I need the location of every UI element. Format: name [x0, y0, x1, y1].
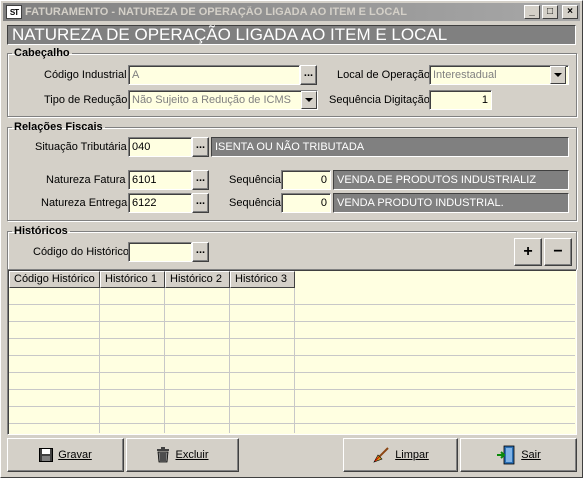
- natureza-fatura-lookup-button[interactable]: ...: [192, 170, 209, 190]
- floppy-disk-icon: [39, 448, 54, 462]
- natureza-entrega-lookup-button[interactable]: ...: [192, 193, 209, 213]
- grid-header: Código Histórico Histórico 1 Histórico 2…: [9, 271, 295, 288]
- limpar-button[interactable]: Limpar: [343, 438, 458, 472]
- cabecalho-legend: Cabeçalho: [14, 47, 70, 59]
- column-header-historico-2[interactable]: Histórico 2: [165, 271, 230, 288]
- codigo-historico-input[interactable]: [128, 242, 192, 262]
- column-header-codigo-historico[interactable]: Código Histórico: [9, 271, 100, 288]
- main-window: ST FATURAMENTO - NATUREZA DE OPERAÇÃO LI…: [0, 0, 583, 478]
- gravar-button[interactable]: Gravar: [7, 438, 124, 472]
- historicos-legend: Históricos: [14, 225, 68, 237]
- codigo-industrial-label: Código Industrial: [44, 69, 127, 81]
- sair-label: Sair: [521, 449, 541, 461]
- natureza-entrega-input[interactable]: 6122: [128, 193, 192, 213]
- grid-row-line: [9, 338, 575, 339]
- gravar-label: Gravar: [58, 449, 92, 461]
- tipo-reducao-select[interactable]: Não Sujeito a Redução de ICMS: [128, 90, 318, 110]
- excluir-button[interactable]: Excluir: [126, 438, 239, 472]
- plus-icon: +: [523, 243, 533, 260]
- limpar-label: Limpar: [395, 449, 429, 461]
- grid-row-line: [9, 389, 575, 390]
- natureza-fatura-input[interactable]: 6101: [128, 170, 192, 190]
- broom-icon: [373, 447, 389, 463]
- grid-row-line: [9, 372, 575, 373]
- sequencia-digitacao-label: Sequência Digitação: [329, 94, 430, 106]
- grid-row-line: [9, 321, 575, 322]
- window-title: FATURAMENTO - NATUREZA DE OPERAÇÃO LIGAD…: [25, 6, 407, 18]
- natureza-entrega-label: Natureza Entrega: [41, 197, 128, 209]
- close-button[interactable]: ×: [562, 5, 578, 19]
- column-header-historico-3[interactable]: Histórico 3: [230, 271, 295, 288]
- page-title: NATUREZA DE OPERAÇÃO LIGADA AO ITEM E LO…: [7, 25, 576, 45]
- situacao-tributaria-lookup-button[interactable]: ...: [192, 137, 209, 157]
- entrega-sequencia-label: Sequência: [229, 197, 281, 209]
- maximize-button[interactable]: □: [542, 5, 558, 19]
- local-operacao-dropdown-button[interactable]: [550, 66, 566, 84]
- entrega-sequencia-input[interactable]: 0: [281, 193, 331, 213]
- chevron-down-icon: [554, 73, 562, 77]
- sequencia-digitacao-input[interactable]: 1: [429, 90, 492, 110]
- grid-row-line: [9, 423, 575, 424]
- remove-historico-button[interactable]: −: [544, 238, 572, 266]
- historicos-grid[interactable]: Código Histórico Histórico 1 Histórico 2…: [7, 269, 577, 435]
- natureza-fatura-label: Natureza Fatura: [46, 174, 126, 186]
- tipo-reducao-label: Tipo de Redução: [44, 94, 128, 106]
- situacao-tributaria-label: Situação Tributária: [35, 141, 127, 153]
- codigo-industrial-lookup-button[interactable]: ...: [300, 65, 317, 85]
- grid-row-line: [9, 355, 575, 356]
- action-bar: Gravar Excluir Limpar Sair: [7, 438, 577, 472]
- grid-column-line: [99, 288, 100, 433]
- excluir-label: Excluir: [175, 449, 209, 461]
- local-operacao-select[interactable]: Interestadual: [429, 65, 569, 85]
- trash-icon: [157, 447, 170, 463]
- local-operacao-label: Local de Operação: [337, 69, 430, 81]
- fatura-sequencia-label: Sequência: [229, 174, 281, 186]
- grid-column-line: [164, 288, 165, 433]
- tipo-reducao-dropdown-button[interactable]: [301, 91, 317, 109]
- sair-button[interactable]: Sair: [460, 438, 577, 472]
- relacoes-fiscais-legend: Relações Fiscais: [14, 121, 103, 133]
- situacao-tributaria-description: ISENTA OU NÃO TRIBUTADA: [211, 137, 569, 157]
- grid-row-line: [9, 406, 575, 407]
- codigo-historico-lookup-button[interactable]: ...: [192, 242, 209, 262]
- column-header-historico-1[interactable]: Histórico 1: [100, 271, 165, 288]
- natureza-entrega-description: VENDA PRODUTO INDUSTRIAL.: [333, 193, 569, 213]
- minus-icon: −: [553, 243, 563, 260]
- fatura-sequencia-input[interactable]: 0: [281, 170, 331, 190]
- add-historico-button[interactable]: +: [514, 238, 542, 266]
- codigo-industrial-input[interactable]: A: [128, 65, 300, 85]
- natureza-fatura-description: VENDA DE PRODUTOS INDUSTRIALIZ: [333, 170, 569, 190]
- grid-body[interactable]: [9, 288, 575, 433]
- title-bar[interactable]: ST FATURAMENTO - NATUREZA DE OPERAÇÃO LI…: [3, 3, 580, 21]
- codigo-historico-label: Código do Histórico: [33, 246, 129, 258]
- chevron-down-icon: [305, 98, 313, 102]
- app-icon: ST: [6, 5, 22, 19]
- situacao-tributaria-input[interactable]: 040: [128, 137, 192, 157]
- grid-row-line: [9, 304, 575, 305]
- grid-column-line: [229, 288, 230, 433]
- grid-column-line: [294, 288, 295, 433]
- exit-door-icon: [497, 445, 515, 465]
- minimize-button[interactable]: _: [524, 5, 540, 19]
